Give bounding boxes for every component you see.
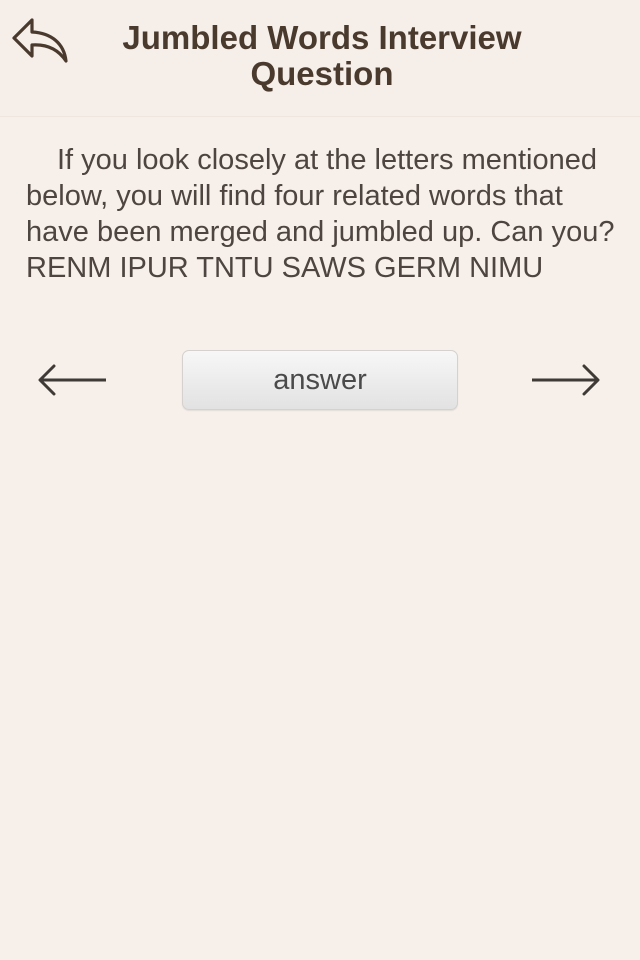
right-arrow-icon — [532, 364, 600, 396]
header: Jumbled Words Interview Question — [0, 0, 640, 117]
back-button[interactable] — [8, 14, 74, 68]
reply-back-icon — [12, 18, 68, 63]
previous-button[interactable] — [34, 356, 110, 404]
answer-button[interactable]: answer — [182, 350, 458, 410]
left-arrow-icon — [38, 364, 106, 396]
question-navigation: answer — [0, 350, 640, 410]
page-title: Jumbled Words Interview Question — [122, 19, 522, 92]
question-text: If you look closely at the letters menti… — [26, 144, 615, 284]
next-button[interactable] — [528, 356, 604, 404]
